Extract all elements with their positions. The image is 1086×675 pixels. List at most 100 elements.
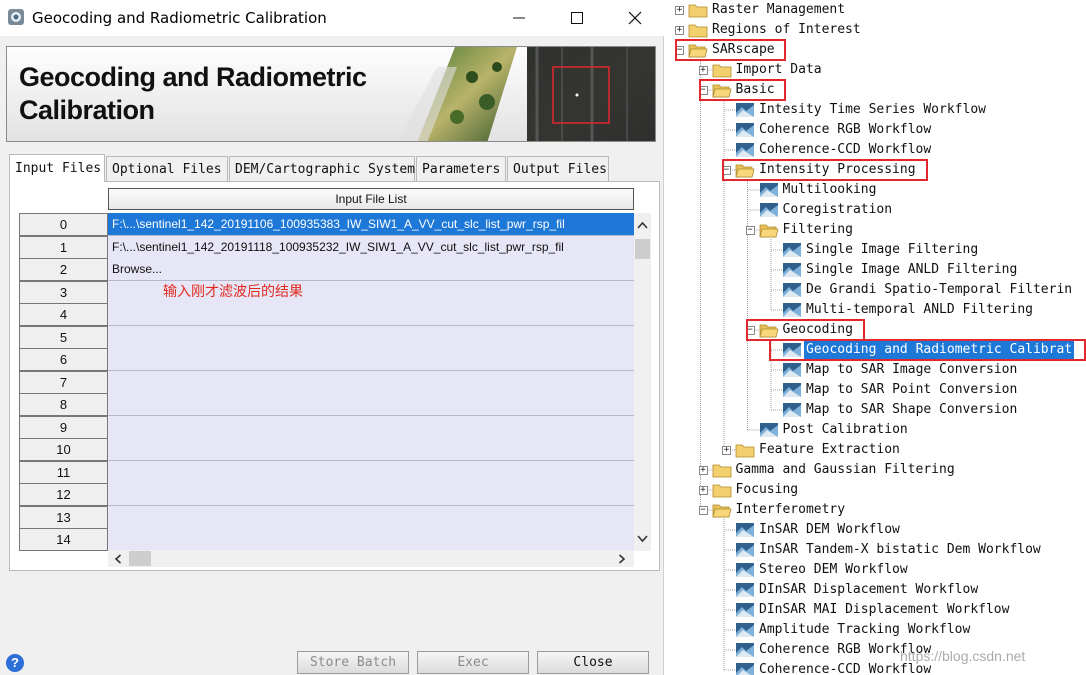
tree-node-label[interactable]: De Grandi Spatio-Temporal Filterin <box>804 280 1074 300</box>
expand-icon[interactable]: + <box>698 486 708 495</box>
file-cell[interactable] <box>108 483 634 506</box>
minimize-button[interactable] <box>490 0 548 36</box>
row-index[interactable]: 2 <box>19 258 108 281</box>
file-cell[interactable] <box>108 415 634 439</box>
scroll-up-icon[interactable] <box>637 221 648 229</box>
file-cell[interactable]: F:\...\sentinel1_142_20191106_100935383_… <box>108 213 634 236</box>
tree-node-label[interactable]: Stereo DEM Workflow <box>757 560 910 580</box>
file-cell[interactable] <box>108 438 634 461</box>
row-index[interactable]: 3 <box>19 280 108 304</box>
tree-node-label[interactable]: Gamma and Gaussian Filtering <box>734 460 957 480</box>
expand-icon[interactable]: + <box>698 66 708 75</box>
close-window-button[interactable] <box>606 0 664 36</box>
expand-icon[interactable]: + <box>698 466 708 475</box>
browse-cell[interactable]: Browse... <box>108 258 634 281</box>
expand-icon[interactable]: + <box>675 6 684 15</box>
row-index[interactable]: 10 <box>19 438 108 461</box>
tree-node-label[interactable]: DInSAR Displacement Workflow <box>757 580 980 600</box>
file-cell[interactable] <box>108 370 634 394</box>
store-batch-button[interactable]: Store Batch <box>297 651 409 674</box>
tree-node-label[interactable]: Focusing <box>734 480 801 500</box>
row-index[interactable]: 7 <box>19 370 108 394</box>
tree-node-label[interactable]: Post Calibration <box>781 420 910 440</box>
tree-node-label[interactable]: Map to SAR Image Conversion <box>804 360 1019 380</box>
file-cell[interactable] <box>108 348 634 371</box>
tree-node-label[interactable]: SARscape <box>710 40 777 60</box>
scroll-right-icon[interactable] <box>618 554 626 564</box>
collapse-icon[interactable]: − <box>722 166 731 175</box>
collapse-icon[interactable]: − <box>698 86 708 95</box>
expand-icon[interactable]: + <box>722 446 731 455</box>
collapse-icon[interactable]: − <box>745 226 755 235</box>
tree-node-label[interactable]: Multi-temporal ANLD Filtering <box>804 300 1035 320</box>
tree-node-label[interactable]: Basic <box>734 80 777 100</box>
title-bar[interactable]: Geocoding and Radiometric Calibration <box>0 0 664 36</box>
tree-node-label[interactable]: Map to SAR Shape Conversion <box>804 400 1019 420</box>
tree-node-label[interactable]: Geocoding <box>781 320 855 340</box>
scroll-down-icon[interactable] <box>637 535 648 543</box>
tree-node-label[interactable]: InSAR Tandem-X bistatic Dem Workflow <box>757 540 1043 560</box>
collapse-icon[interactable]: − <box>698 506 708 515</box>
tree-node-label[interactable]: Geocoding and Radiometric Calibrat <box>804 340 1075 360</box>
tree-node-label[interactable]: Intesity Time Series Workflow <box>757 100 988 120</box>
tree-node-label[interactable]: Intensity Processing <box>757 160 918 180</box>
tree-node-label[interactable]: Amplitude Tracking Workflow <box>757 620 972 640</box>
tree-node-label[interactable]: Coregistration <box>781 200 895 220</box>
row-index[interactable]: 12 <box>19 483 108 506</box>
help-icon[interactable]: ? <box>6 654 24 672</box>
tool-icon <box>735 581 755 599</box>
tree-node-label[interactable]: Single Image ANLD Filtering <box>804 260 1019 280</box>
tree-node-label[interactable]: Raster Management <box>710 0 847 20</box>
row-index[interactable]: 1 <box>19 235 108 259</box>
tool-icon <box>782 261 802 279</box>
close-button[interactable]: Close <box>537 651 649 674</box>
row-index[interactable]: 14 <box>19 528 108 551</box>
tree-node-label[interactable]: DInSAR MAI Displacement Workflow <box>757 600 1011 620</box>
vertical-scroll-thumb[interactable] <box>635 239 650 259</box>
row-index[interactable]: 8 <box>19 393 108 416</box>
collapse-icon[interactable]: − <box>675 46 684 55</box>
tree-node-label[interactable]: Map to SAR Point Conversion <box>804 380 1019 400</box>
scroll-left-icon[interactable] <box>114 554 122 564</box>
exec-button[interactable]: Exec <box>417 651 529 674</box>
file-cell[interactable] <box>108 460 634 484</box>
file-cell[interactable]: F:\...\sentinel1_142_20191118_100935232_… <box>108 235 634 259</box>
tree-node-label[interactable]: Interferometry <box>734 500 848 520</box>
tree-node-label[interactable]: Coherence RGB Workflow <box>757 120 933 140</box>
tree-node-label[interactable]: Multilooking <box>781 180 879 200</box>
horizontal-scrollbar[interactable] <box>108 550 634 567</box>
folder-icon <box>712 481 732 499</box>
file-cell[interactable] <box>108 325 634 349</box>
column-header-input-file-list[interactable]: Input File List <box>108 188 634 210</box>
tree-node-label[interactable]: Filtering <box>781 220 855 240</box>
row-index[interactable]: 9 <box>19 415 108 439</box>
tab-parameters[interactable]: Parameters <box>416 156 506 182</box>
horizontal-scroll-thumb[interactable] <box>129 551 151 566</box>
collapse-icon[interactable]: − <box>745 326 755 335</box>
vertical-scrollbar[interactable] <box>634 213 651 551</box>
file-cell[interactable] <box>108 393 634 416</box>
tree-node-label[interactable]: Feature Extraction <box>757 440 902 460</box>
row-index[interactable]: 13 <box>19 505 108 529</box>
expand-icon[interactable]: + <box>675 26 684 35</box>
tab-optional-files[interactable]: Optional Files <box>106 156 228 182</box>
maximize-button[interactable] <box>548 0 606 36</box>
tool-icon <box>759 201 779 219</box>
row-index[interactable]: 6 <box>19 348 108 371</box>
tree-node-label[interactable]: Regions of Interest <box>710 20 863 40</box>
window-title: Geocoding and Radiometric Calibration <box>32 9 327 27</box>
row-index[interactable]: 5 <box>19 325 108 349</box>
tab-output-files[interactable]: Output Files <box>507 156 609 182</box>
file-cell[interactable] <box>108 303 634 326</box>
tab-input-files[interactable]: Input Files <box>9 154 105 182</box>
row-index[interactable]: 11 <box>19 460 108 484</box>
tree-node-label[interactable]: InSAR DEM Workflow <box>757 520 902 540</box>
row-index[interactable]: 0 <box>19 213 108 236</box>
row-index[interactable]: 4 <box>19 303 108 326</box>
tree-node-label[interactable]: Single Image Filtering <box>804 240 980 260</box>
file-cell[interactable] <box>108 505 634 529</box>
tab-dem-cartographic-system[interactable]: DEM/Cartographic System <box>229 156 415 182</box>
tree-node-label[interactable]: Coherence-CCD Workflow <box>757 140 933 160</box>
tree-node-label[interactable]: Import Data <box>734 60 824 80</box>
file-cell[interactable] <box>108 528 634 551</box>
